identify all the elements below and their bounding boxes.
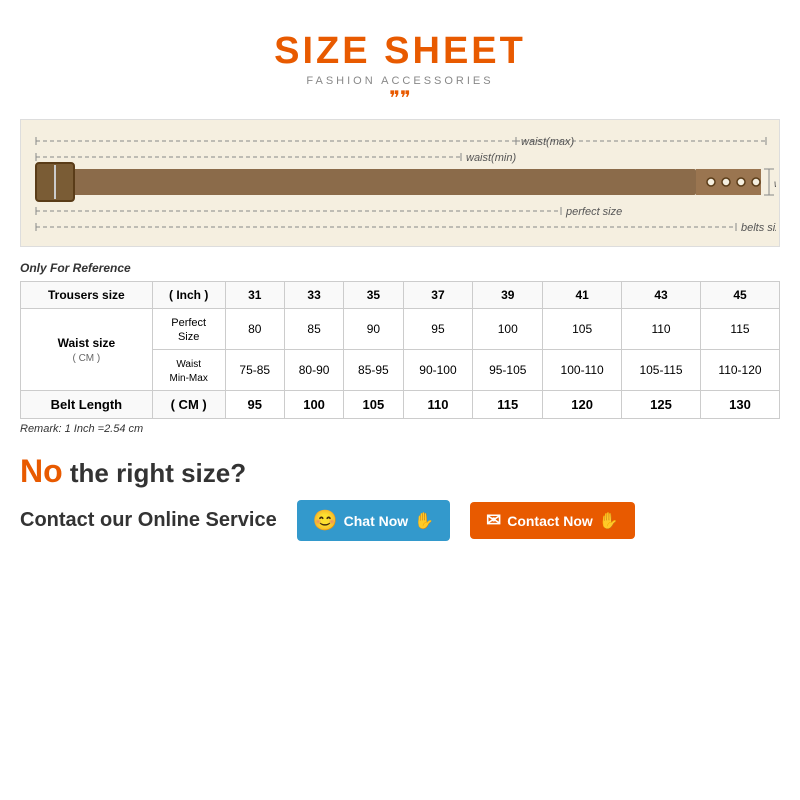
no-size-question: the right size? — [70, 458, 246, 488]
chat-btn-label: Chat Now — [344, 513, 409, 529]
belt-95: 95 — [225, 391, 284, 419]
belt-115: 115 — [473, 391, 543, 419]
belt-105: 105 — [344, 391, 403, 419]
belt-length-unit: ( CM ) — [152, 391, 225, 419]
page-subtitle: FASHION ACCESSORIES — [306, 75, 493, 87]
hand-icon-contact: ✋ — [599, 511, 619, 531]
contact-section: Contact our Online Service 😊 Chat Now ✋ … — [20, 500, 780, 541]
table-header-31: 31 — [225, 282, 284, 309]
contact-label: Contact our Online Service — [20, 509, 277, 532]
no-size-section: No the right size? Contact our Online Se… — [20, 453, 780, 541]
chevron-decoration: ❞❞ — [389, 89, 411, 109]
minmax-31: 75-85 — [225, 350, 284, 391]
table-header-45: 45 — [700, 282, 779, 309]
perfect-33: 85 — [284, 309, 343, 350]
belt-diagram-svg: waist(max) waist(min) width — [26, 125, 776, 243]
page-title: SIZE SHEET — [274, 30, 526, 73]
table-row-perfect: Waist size( CM ) PerfectSize 80 85 90 95… — [21, 309, 780, 350]
table-header-col2: ( Inch ) — [152, 282, 225, 309]
table-row-belt-length: Belt Length ( CM ) 95 100 105 110 115 12… — [21, 391, 780, 419]
page: SIZE SHEET FASHION ACCESSORIES ❞❞ waist(… — [0, 0, 800, 800]
minmax-37: 90-100 — [403, 350, 473, 391]
waist-minmax-label: WaistMin-Max — [152, 350, 225, 391]
reference-label: Only For Reference — [20, 261, 780, 275]
table-header-33: 33 — [284, 282, 343, 309]
perfect-37: 95 — [403, 309, 473, 350]
svg-text:width: width — [774, 179, 776, 190]
minmax-41: 100-110 — [543, 350, 622, 391]
contact-now-button[interactable]: ✉ Contact Now ✋ — [470, 502, 635, 539]
table-header-col1: Trousers size — [21, 282, 153, 309]
belt-120: 120 — [543, 391, 622, 419]
table-header-43: 43 — [622, 282, 701, 309]
no-size-text: No the right size? — [20, 453, 780, 490]
perfect-41: 105 — [543, 309, 622, 350]
size-table: Trousers size ( Inch ) 31 33 35 37 39 41… — [20, 281, 780, 419]
perfect-45: 115 — [700, 309, 779, 350]
table-header-41: 41 — [543, 282, 622, 309]
svg-text:belts size: belts size — [741, 222, 776, 234]
svg-text:perfect size: perfect size — [565, 206, 622, 218]
hand-icon-chat: ✋ — [414, 511, 434, 531]
minmax-35: 85-95 — [344, 350, 403, 391]
minmax-43: 105-115 — [622, 350, 701, 391]
remark-text: Remark: 1 Inch =2.54 cm — [20, 423, 780, 435]
belt-diagram: waist(max) waist(min) width — [20, 119, 780, 247]
chat-now-button[interactable]: 😊 Chat Now ✋ — [297, 500, 450, 541]
belt-110: 110 — [403, 391, 473, 419]
perfect-31: 80 — [225, 309, 284, 350]
perfect-35: 90 — [344, 309, 403, 350]
chat-icon: 😊 — [313, 508, 338, 533]
minmax-45: 110-120 — [700, 350, 779, 391]
belt-length-label: Belt Length — [21, 391, 153, 419]
belt-130: 130 — [700, 391, 779, 419]
no-label: No — [20, 453, 63, 489]
svg-text:waist(min): waist(min) — [466, 152, 516, 164]
table-header-39: 39 — [473, 282, 543, 309]
perfect-39: 100 — [473, 309, 543, 350]
minmax-39: 95-105 — [473, 350, 543, 391]
table-header-35: 35 — [344, 282, 403, 309]
perfect-43: 110 — [622, 309, 701, 350]
contact-btn-label: Contact Now — [507, 513, 593, 529]
mail-icon: ✉ — [486, 510, 501, 531]
perfect-size-label: PerfectSize — [152, 309, 225, 350]
belt-100: 100 — [284, 391, 343, 419]
minmax-33: 80-90 — [284, 350, 343, 391]
belt-125: 125 — [622, 391, 701, 419]
table-header-37: 37 — [403, 282, 473, 309]
svg-text:waist(max): waist(max) — [521, 136, 575, 148]
waist-label: Waist size( CM ) — [21, 309, 153, 391]
